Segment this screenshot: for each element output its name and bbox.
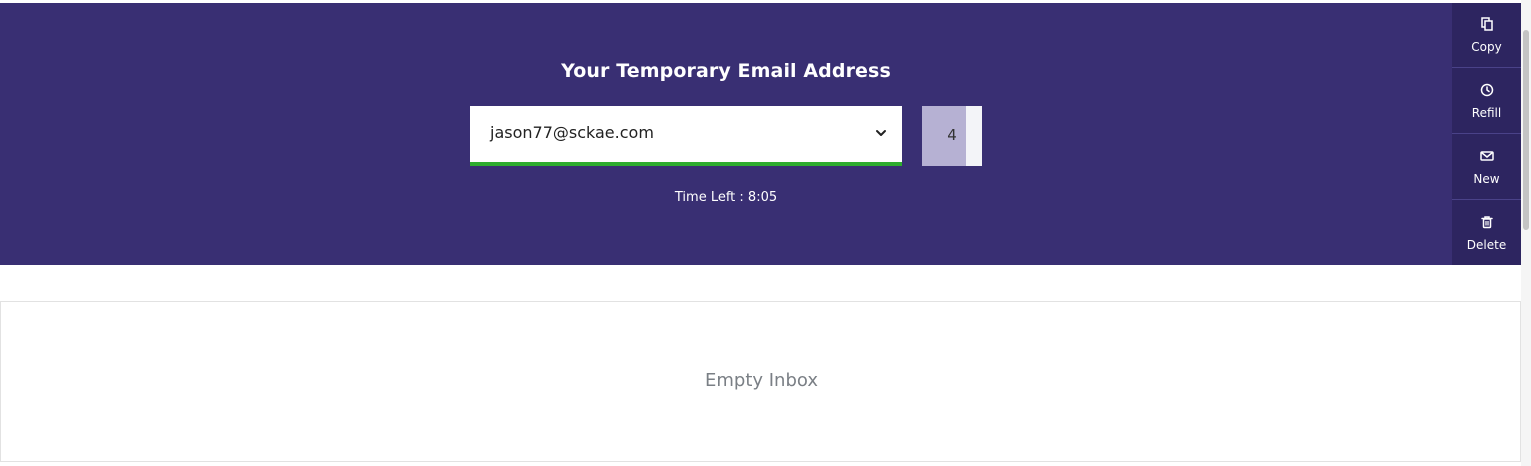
clock-icon	[1480, 83, 1494, 97]
new-label: New	[1473, 172, 1500, 186]
delete-button[interactable]: Delete	[1452, 201, 1521, 266]
refill-label: Refill	[1471, 106, 1502, 120]
delete-label: Delete	[1466, 238, 1507, 252]
trash-icon	[1481, 216, 1493, 229]
inbox-panel: Empty Inbox	[0, 301, 1521, 462]
copy-icon	[1481, 17, 1493, 31]
page-scrollbar[interactable]	[1521, 0, 1531, 466]
envelope-icon	[1480, 151, 1494, 161]
empty-inbox-message: Empty Inbox	[704, 370, 819, 391]
temp-mail-page: Your Temporary Email Address jason77@sck…	[0, 0, 1531, 466]
chevron-down-icon	[876, 130, 886, 136]
scrollbar-thumb[interactable]	[1523, 30, 1529, 230]
action-sidebar: Copy Refill New Delete	[1452, 3, 1521, 265]
email-hero: Your Temporary Email Address jason77@sck…	[0, 3, 1452, 265]
hero-title: Your Temporary Email Address	[561, 60, 891, 82]
refill-button[interactable]: Refill	[1452, 69, 1521, 134]
count-box-edge	[966, 106, 982, 166]
email-count-badge: 4	[922, 106, 966, 166]
email-select[interactable]: jason77@sckae.com	[470, 106, 902, 166]
time-left: Time Left : 8:05	[674, 190, 778, 205]
new-button[interactable]: New	[1452, 135, 1521, 200]
copy-label: Copy	[1471, 40, 1502, 54]
copy-button[interactable]: Copy	[1452, 3, 1521, 68]
email-address: jason77@sckae.com	[490, 123, 654, 142]
